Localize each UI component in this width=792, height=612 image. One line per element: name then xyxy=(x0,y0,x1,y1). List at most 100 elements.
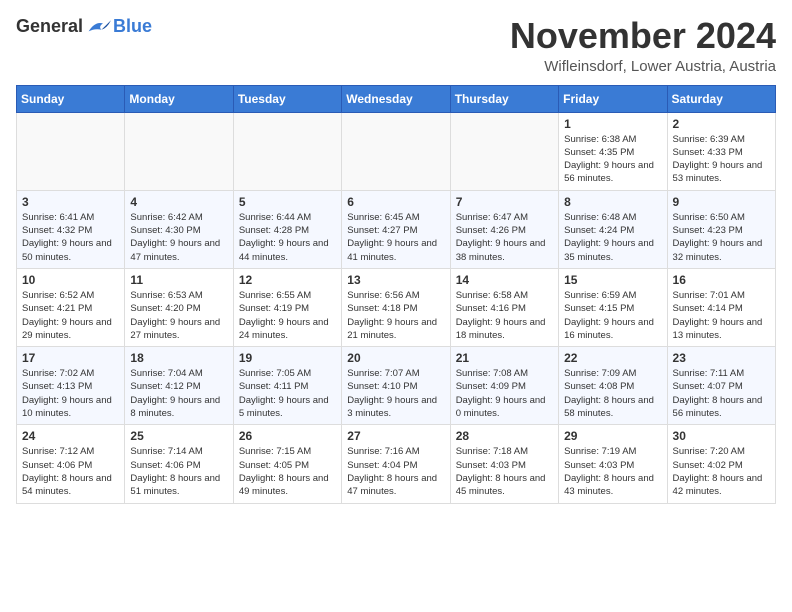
calendar-cell: 20 Sunrise: 7:07 AMSunset: 4:10 PMDayligh… xyxy=(342,347,450,425)
month-title: November 2024 xyxy=(510,16,776,56)
calendar-cell xyxy=(17,112,125,190)
day-info: Sunrise: 7:18 AMSunset: 4:03 PMDaylight:… xyxy=(456,445,553,498)
day-info: Sunrise: 6:52 AMSunset: 4:21 PMDaylight:… xyxy=(22,289,119,342)
day-info: Sunrise: 7:02 AMSunset: 4:13 PMDaylight:… xyxy=(22,367,119,420)
calendar-cell: 12 Sunrise: 6:55 AMSunset: 4:19 PMDayligh… xyxy=(233,268,341,346)
day-number: 3 xyxy=(22,195,119,209)
day-number: 21 xyxy=(456,351,553,365)
calendar-cell: 3 Sunrise: 6:41 AMSunset: 4:32 PMDaylight… xyxy=(17,190,125,268)
calendar-cell: 7 Sunrise: 6:47 AMSunset: 4:26 PMDaylight… xyxy=(450,190,558,268)
calendar-cell xyxy=(125,112,233,190)
day-number: 6 xyxy=(347,195,444,209)
day-info: Sunrise: 7:15 AMSunset: 4:05 PMDaylight:… xyxy=(239,445,336,498)
calendar-cell: 4Sunrise: 6:42 AMSunset: 4:30 PMDaylight… xyxy=(125,190,233,268)
calendar-cell xyxy=(450,112,558,190)
calendar-cell: 19 Sunrise: 7:05 AMSunset: 4:11 PMDayligh… xyxy=(233,347,341,425)
calendar-cell: 5Sunrise: 6:44 AMSunset: 4:28 PMDaylight… xyxy=(233,190,341,268)
day-info: Sunrise: 6:50 AMSunset: 4:23 PMDaylight:… xyxy=(673,211,770,264)
calendar-table: SundayMondayTuesdayWednesdayThursdayFrid… xyxy=(16,85,776,504)
calendar-cell: 30 Sunrise: 7:20 AMSunset: 4:02 PMDayligh… xyxy=(667,425,775,503)
day-number: 2 xyxy=(673,117,770,131)
day-info: Sunrise: 6:39 AMSunset: 4:33 PMDaylight:… xyxy=(673,133,770,186)
logo-bird-icon xyxy=(87,17,111,37)
calendar-cell: 1Sunrise: 6:38 AMSunset: 4:35 PMDaylight… xyxy=(559,112,667,190)
weekday-header-friday: Friday xyxy=(559,85,667,112)
calendar-cell: 10 Sunrise: 6:52 AMSunset: 4:21 PMDayligh… xyxy=(17,268,125,346)
day-info: Sunrise: 6:41 AMSunset: 4:32 PMDaylight:… xyxy=(22,211,119,264)
day-info: Sunrise: 6:53 AMSunset: 4:20 PMDaylight:… xyxy=(130,289,227,342)
day-number: 26 xyxy=(239,429,336,443)
day-number: 28 xyxy=(456,429,553,443)
location-subtitle: Wifleinsdorf, Lower Austria, Austria xyxy=(510,58,776,75)
day-info: Sunrise: 6:42 AMSunset: 4:30 PMDaylight:… xyxy=(130,211,227,264)
calendar-cell: 6Sunrise: 6:45 AMSunset: 4:27 PMDaylight… xyxy=(342,190,450,268)
calendar-cell: 17 Sunrise: 7:02 AMSunset: 4:13 PMDayligh… xyxy=(17,347,125,425)
title-block: November 2024 Wifleinsdorf, Lower Austri… xyxy=(510,16,776,75)
day-info: Sunrise: 6:56 AMSunset: 4:18 PMDaylight:… xyxy=(347,289,444,342)
logo-general-text: General xyxy=(16,16,83,37)
calendar-cell: 16Sunrise: 7:01 AMSunset: 4:14 PMDayligh… xyxy=(667,268,775,346)
calendar-cell: 28 Sunrise: 7:18 AMSunset: 4:03 PMDayligh… xyxy=(450,425,558,503)
day-number: 30 xyxy=(673,429,770,443)
day-number: 19 xyxy=(239,351,336,365)
calendar-cell: 26 Sunrise: 7:15 AMSunset: 4:05 PMDayligh… xyxy=(233,425,341,503)
day-info: Sunrise: 7:20 AMSunset: 4:02 PMDaylight:… xyxy=(673,445,770,498)
day-number: 10 xyxy=(22,273,119,287)
calendar-cell: 18Sunrise: 7:04 AMSunset: 4:12 PMDayligh… xyxy=(125,347,233,425)
calendar-cell: 9 Sunrise: 6:50 AMSunset: 4:23 PMDaylight… xyxy=(667,190,775,268)
calendar-cell: 23 Sunrise: 7:11 AMSunset: 4:07 PMDayligh… xyxy=(667,347,775,425)
calendar-cell: 29Sunrise: 7:19 AMSunset: 4:03 PMDayligh… xyxy=(559,425,667,503)
weekday-header-monday: Monday xyxy=(125,85,233,112)
day-number: 7 xyxy=(456,195,553,209)
day-info: Sunrise: 6:47 AMSunset: 4:26 PMDaylight:… xyxy=(456,211,553,264)
calendar-cell: 2 Sunrise: 6:39 AMSunset: 4:33 PMDaylight… xyxy=(667,112,775,190)
calendar-week-3: 10 Sunrise: 6:52 AMSunset: 4:21 PMDayligh… xyxy=(17,268,776,346)
calendar-week-4: 17 Sunrise: 7:02 AMSunset: 4:13 PMDayligh… xyxy=(17,347,776,425)
day-number: 1 xyxy=(564,117,661,131)
weekday-header-wednesday: Wednesday xyxy=(342,85,450,112)
day-number: 24 xyxy=(22,429,119,443)
page-header: General Blue November 2024 Wifleinsdorf,… xyxy=(16,16,776,75)
day-info: Sunrise: 7:07 AMSunset: 4:10 PMDaylight:… xyxy=(347,367,444,420)
day-info: Sunrise: 7:12 AMSunset: 4:06 PMDaylight:… xyxy=(22,445,119,498)
calendar-cell: 13 Sunrise: 6:56 AMSunset: 4:18 PMDayligh… xyxy=(342,268,450,346)
day-number: 17 xyxy=(22,351,119,365)
day-info: Sunrise: 7:05 AMSunset: 4:11 PMDaylight:… xyxy=(239,367,336,420)
calendar-cell xyxy=(233,112,341,190)
calendar-cell: 14Sunrise: 6:58 AMSunset: 4:16 PMDayligh… xyxy=(450,268,558,346)
day-info: Sunrise: 6:59 AMSunset: 4:15 PMDaylight:… xyxy=(564,289,661,342)
day-info: Sunrise: 7:01 AMSunset: 4:14 PMDaylight:… xyxy=(673,289,770,342)
calendar-cell: 24 Sunrise: 7:12 AMSunset: 4:06 PMDayligh… xyxy=(17,425,125,503)
day-number: 20 xyxy=(347,351,444,365)
day-number: 11 xyxy=(130,273,227,287)
calendar-cell xyxy=(342,112,450,190)
weekday-header-thursday: Thursday xyxy=(450,85,558,112)
day-info: Sunrise: 7:14 AMSunset: 4:06 PMDaylight:… xyxy=(130,445,227,498)
day-number: 22 xyxy=(564,351,661,365)
calendar-cell: 25 Sunrise: 7:14 AMSunset: 4:06 PMDayligh… xyxy=(125,425,233,503)
day-number: 23 xyxy=(673,351,770,365)
calendar-cell: 15Sunrise: 6:59 AMSunset: 4:15 PMDayligh… xyxy=(559,268,667,346)
day-number: 13 xyxy=(347,273,444,287)
day-number: 18 xyxy=(130,351,227,365)
logo: General Blue xyxy=(16,16,152,37)
calendar-cell: 22Sunrise: 7:09 AMSunset: 4:08 PMDayligh… xyxy=(559,347,667,425)
calendar-cell: 11 Sunrise: 6:53 AMSunset: 4:20 PMDayligh… xyxy=(125,268,233,346)
day-number: 9 xyxy=(673,195,770,209)
day-number: 12 xyxy=(239,273,336,287)
day-number: 14 xyxy=(456,273,553,287)
weekday-header-tuesday: Tuesday xyxy=(233,85,341,112)
day-number: 25 xyxy=(130,429,227,443)
calendar-week-1: 1Sunrise: 6:38 AMSunset: 4:35 PMDaylight… xyxy=(17,112,776,190)
day-number: 27 xyxy=(347,429,444,443)
day-info: Sunrise: 7:11 AMSunset: 4:07 PMDaylight:… xyxy=(673,367,770,420)
day-info: Sunrise: 7:19 AMSunset: 4:03 PMDaylight:… xyxy=(564,445,661,498)
calendar-cell: 27 Sunrise: 7:16 AMSunset: 4:04 PMDayligh… xyxy=(342,425,450,503)
day-info: Sunrise: 6:55 AMSunset: 4:19 PMDaylight:… xyxy=(239,289,336,342)
calendar-week-2: 3 Sunrise: 6:41 AMSunset: 4:32 PMDaylight… xyxy=(17,190,776,268)
day-number: 8 xyxy=(564,195,661,209)
calendar-cell: 21Sunrise: 7:08 AMSunset: 4:09 PMDayligh… xyxy=(450,347,558,425)
day-info: Sunrise: 7:16 AMSunset: 4:04 PMDaylight:… xyxy=(347,445,444,498)
calendar-cell: 8Sunrise: 6:48 AMSunset: 4:24 PMDaylight… xyxy=(559,190,667,268)
weekday-header-sunday: Sunday xyxy=(17,85,125,112)
